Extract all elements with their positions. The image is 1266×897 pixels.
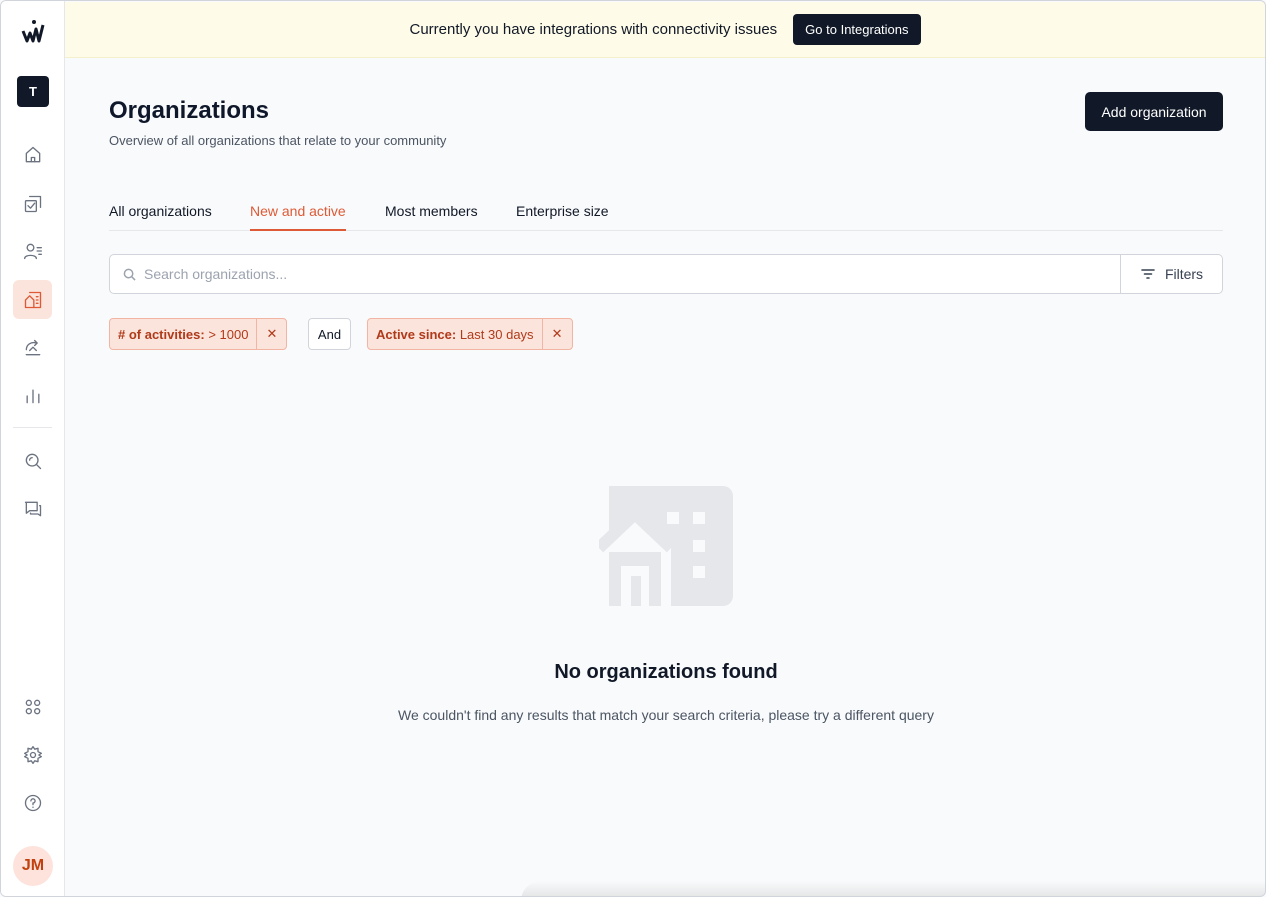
tab-enterprise-size[interactable]: Enterprise size (516, 203, 609, 231)
eagle-eye-icon[interactable] (13, 328, 52, 367)
crowd-logo-icon[interactable] (21, 19, 45, 43)
filter-icon (1141, 269, 1155, 279)
close-icon[interactable]: ✕ (256, 319, 286, 349)
empty-state-title: No organizations found (554, 661, 778, 683)
workspace-switcher[interactable]: T (17, 76, 49, 107)
search-input[interactable] (144, 266, 1044, 282)
members-icon[interactable] (13, 231, 52, 270)
building-icon (599, 486, 733, 606)
close-icon[interactable]: ✕ (541, 319, 572, 349)
add-organization-button[interactable]: Add organization (1085, 92, 1223, 131)
settings-icon[interactable] (13, 735, 52, 774)
empty-state-message: We couldn't find any results that match … (398, 707, 934, 723)
search-bar (109, 254, 1121, 294)
app-window: T JM Currently you have integrations wit… (0, 0, 1266, 897)
tab-bar: All organizations New and active Most me… (109, 197, 1223, 231)
banner-message: Currently you have integrations with con… (409, 21, 778, 38)
reports-icon[interactable] (13, 376, 52, 415)
tab-new-and-active[interactable]: New and active (250, 203, 346, 231)
page-title: Organizations (109, 97, 270, 124)
integrations-icon[interactable] (13, 687, 52, 726)
tab-all-organizations[interactable]: All organizations (109, 203, 212, 231)
sidebar: T JM (1, 1, 65, 896)
window-shadow (521, 881, 1265, 896)
search-icon (123, 268, 136, 281)
filter-chip-label: Active since: Last 30 days (376, 326, 534, 342)
tab-most-members[interactable]: Most members (385, 203, 478, 231)
conversations-icon[interactable] (13, 489, 52, 528)
filter-chip-active-since[interactable]: Active since: Last 30 days ✕ (367, 318, 573, 350)
filters-label: Filters (1164, 266, 1204, 282)
help-icon[interactable] (13, 783, 52, 822)
filter-operator-toggle[interactable]: And (308, 318, 351, 350)
search-icon[interactable] (13, 441, 52, 480)
filter-chip-label: # of activities: > 1000 (118, 326, 249, 342)
home-icon[interactable] (13, 135, 52, 174)
filters-button[interactable]: Filters (1120, 254, 1223, 294)
filter-chip-activities[interactable]: # of activities: > 1000 ✕ (109, 318, 288, 350)
page-subtitle: Overview of all organizations that relat… (109, 133, 447, 148)
sidebar-divider (13, 427, 52, 428)
go-to-integrations-button[interactable]: Go to Integrations (793, 14, 921, 45)
activities-icon[interactable] (13, 184, 52, 223)
user-avatar[interactable]: JM (13, 846, 53, 886)
organizations-icon[interactable] (13, 280, 52, 319)
connectivity-banner: Currently you have integrations with con… (65, 2, 1265, 58)
